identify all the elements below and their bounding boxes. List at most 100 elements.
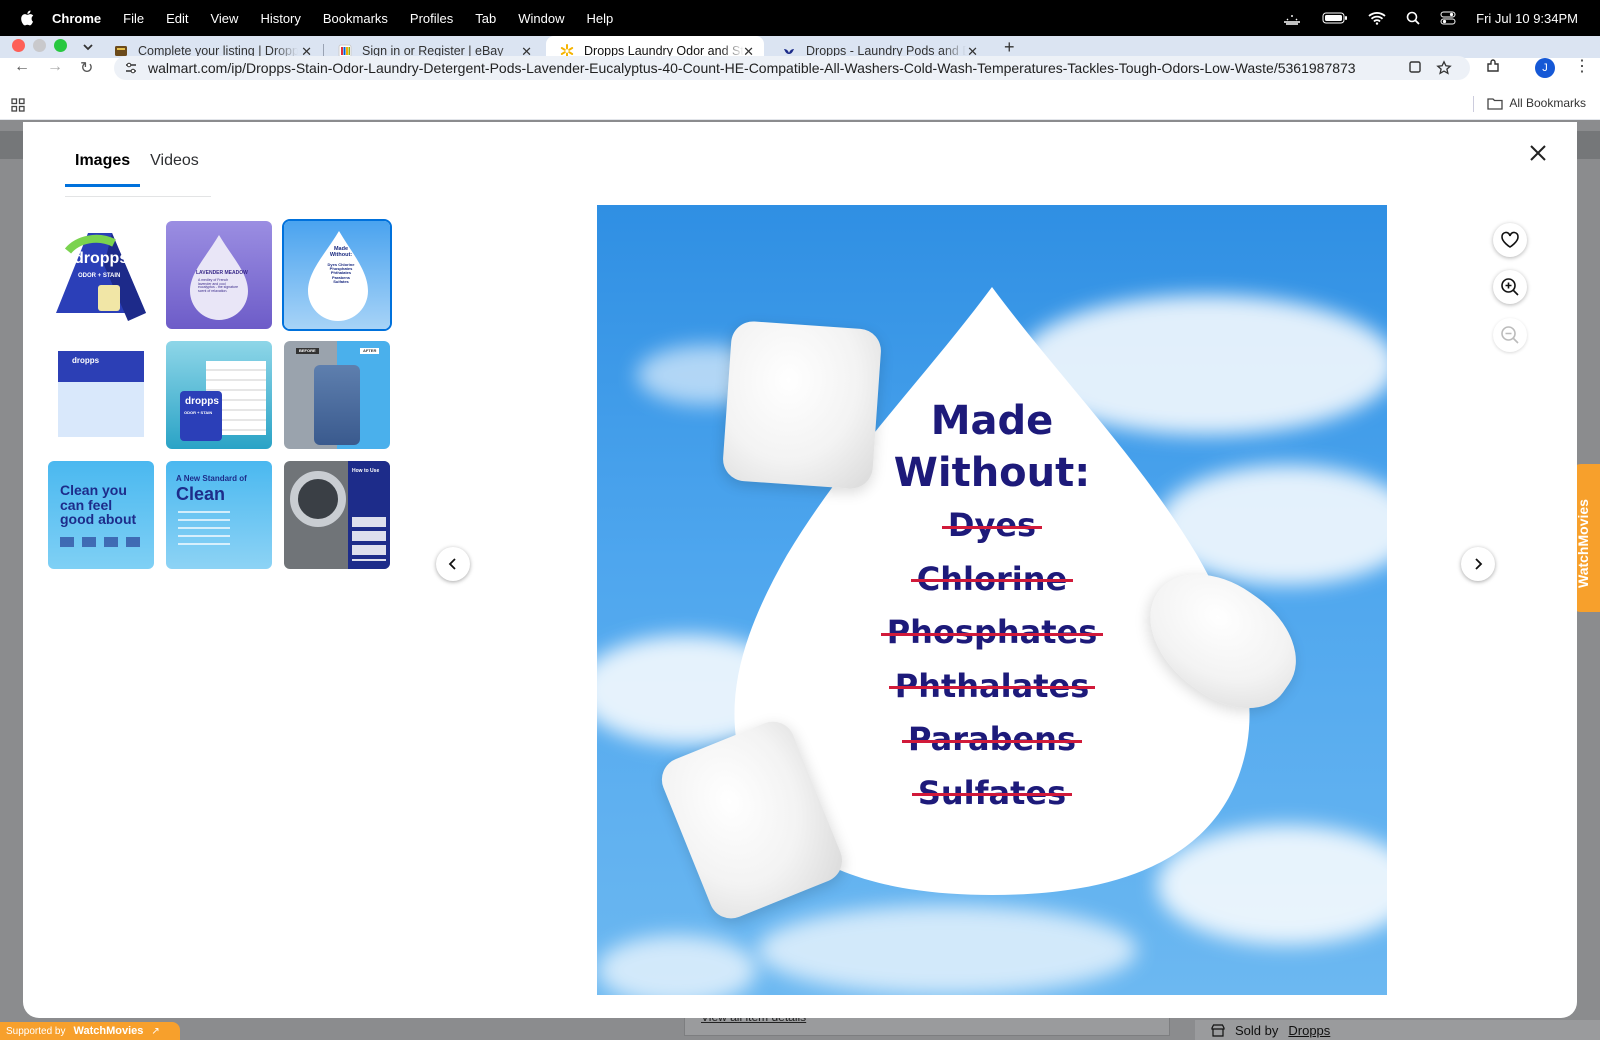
menu-window[interactable]: Window <box>518 11 564 26</box>
thumbnail-6[interactable]: BEFORE AFTER <box>284 341 390 449</box>
made-without-list: Made Without: Dyes Chlorine Phosphates P… <box>597 395 1387 820</box>
battery-icon[interactable] <box>1322 11 1348 25</box>
thumb-caption: How to Use <box>352 468 380 474</box>
thumbnail-4[interactable]: dropps <box>48 341 154 449</box>
tab-images[interactable]: Images <box>65 152 141 187</box>
page-edge <box>0 131 24 159</box>
store-icon <box>1211 1023 1225 1037</box>
watchmovies-banner[interactable]: Supported by WatchMovies ↗ <box>0 1022 180 1040</box>
menu-help[interactable]: Help <box>587 11 614 26</box>
thumbnail-7[interactable]: Clean you can feel good about <box>48 461 154 569</box>
url-text[interactable]: walmart.com/ip/Dropps-Stain-Odor-Laundry… <box>148 56 1356 80</box>
thumb-brand: dropps <box>74 250 129 267</box>
image-gallery-modal: Images Videos dropps ODOR + STAIN LAVEND… <box>23 122 1577 1018</box>
forward-button[interactable]: → <box>47 58 63 76</box>
chevron-left-icon <box>448 558 456 570</box>
menu-file[interactable]: File <box>123 11 144 26</box>
back-button[interactable]: ← <box>14 58 30 76</box>
ingredient-parabens: Parabens <box>902 713 1082 767</box>
all-bookmarks-button[interactable]: All Bookmarks <box>1487 96 1586 110</box>
sold-by-row: Sold by Dropps <box>1195 1020 1600 1040</box>
new-tab-button[interactable]: + <box>1004 37 1015 58</box>
site-info-icon[interactable] <box>124 61 138 75</box>
thumb-sub: Clean <box>176 484 226 504</box>
menu-profiles[interactable]: Profiles <box>410 11 453 26</box>
ingredient-dyes: Dyes <box>941 499 1043 553</box>
wifi-icon[interactable] <box>1368 11 1386 25</box>
spotlight-search-icon[interactable] <box>1406 11 1420 25</box>
watchmovies-brand: WatchMovies <box>73 1025 144 1037</box>
media-tabs: Images Videos <box>65 152 211 197</box>
chrome-menu-icon[interactable]: ⋮ <box>1574 56 1590 76</box>
thumbnail-9[interactable]: How to Use <box>284 461 390 569</box>
thumb-brand: dropps <box>72 356 100 365</box>
ingredient-sulfates: Sulfates <box>911 767 1073 821</box>
supported-by-label: Supported by <box>6 1025 66 1037</box>
thumbnail-5[interactable]: dropps ODOR + STAIN <box>166 341 272 449</box>
bookmark-star-icon[interactable] <box>1436 60 1452 76</box>
chevron-right-icon <box>1475 558 1483 570</box>
howto-steps <box>352 517 386 561</box>
favorite-button[interactable] <box>1493 223 1527 257</box>
zoom-out-button[interactable] <box>1493 318 1527 352</box>
jeans-image <box>314 365 360 445</box>
night-shift-icon[interactable] <box>1282 11 1302 25</box>
heart-icon <box>1501 231 1519 248</box>
zoom-in-button[interactable] <box>1493 270 1527 304</box>
thumbnail-2[interactable]: LAVENDER MEADOW A medley of French laven… <box>166 221 272 329</box>
close-window-button[interactable] <box>12 39 25 52</box>
page-edge <box>1576 131 1600 159</box>
address-bar[interactable]: walmart.com/ip/Dropps-Stain-Odor-Laundry… <box>114 56 1470 80</box>
thumb-caption: Made Without: <box>329 246 353 258</box>
window-controls <box>12 39 67 52</box>
bookmarks-divider <box>1473 96 1474 112</box>
menu-history[interactable]: History <box>260 11 300 26</box>
thumb-before-label: BEFORE <box>296 348 319 355</box>
menu-bookmarks[interactable]: Bookmarks <box>323 11 388 26</box>
apple-logo-icon[interactable] <box>20 10 34 26</box>
all-bookmarks-label: All Bookmarks <box>1509 96 1586 110</box>
thumbnail-8[interactable]: A New Standard of Clean <box>166 461 272 569</box>
previous-image-button[interactable] <box>436 547 470 581</box>
thumb-brand: dropps <box>185 396 219 407</box>
thumbnail-3-selected[interactable]: Made Without: Dyes Chlorine Phosphates P… <box>282 219 392 331</box>
badges-row <box>60 537 140 547</box>
main-product-image[interactable]: Made Without: Dyes Chlorine Phosphates P… <box>597 205 1387 995</box>
install-app-icon[interactable] <box>1408 60 1422 74</box>
made-without-heading-1: Made <box>930 398 1054 444</box>
thumb-after-label: AFTER <box>360 348 380 355</box>
thumb-sub: ODOR + STAIN <box>184 410 213 415</box>
tab-videos[interactable]: Videos <box>140 152 209 187</box>
bookmarks-bar <box>0 88 1600 120</box>
extensions-icon[interactable] <box>1485 58 1501 74</box>
ingredient-phthalates: Phthalates <box>888 660 1095 714</box>
menu-edit[interactable]: Edit <box>166 11 188 26</box>
control-center-icon[interactable] <box>1440 11 1456 25</box>
menubar-clock[interactable]: Fri Jul 10 9:34PM <box>1476 11 1578 26</box>
thumbnail-1[interactable]: dropps ODOR + STAIN <box>48 221 154 329</box>
washer-image <box>290 471 346 527</box>
menu-app-chrome[interactable]: Chrome <box>52 11 101 26</box>
seller-link[interactable]: Dropps <box>1288 1023 1330 1038</box>
tab-search-chevron-icon[interactable] <box>80 40 96 54</box>
minimize-window-button[interactable] <box>33 39 46 52</box>
sold-by-label: Sold by <box>1235 1022 1279 1038</box>
menu-view[interactable]: View <box>210 11 238 26</box>
apps-grid-icon[interactable] <box>11 98 25 112</box>
close-icon[interactable] <box>1527 142 1549 164</box>
menu-tab[interactable]: Tab <box>475 11 496 26</box>
thumb-sub: A medley of French lavender and cool euc… <box>198 278 239 294</box>
ingredient-chlorine: Chlorine <box>910 553 1074 607</box>
macos-menu-bar: Chrome File Edit View History Bookmarks … <box>0 0 1600 36</box>
ingredient-phosphates: Phosphates <box>880 606 1103 660</box>
zoom-out-icon <box>1501 326 1519 344</box>
profile-avatar[interactable]: J <box>1535 58 1555 78</box>
next-image-button[interactable] <box>1461 547 1495 581</box>
thumb-caption: A New Standard of <box>176 474 247 483</box>
watchmovies-side-label: WatchMovies <box>1575 499 1591 588</box>
zoom-window-button[interactable] <box>54 39 67 52</box>
folder-icon <box>1487 97 1503 110</box>
zoom-in-icon <box>1501 278 1519 296</box>
made-without-heading-2: Without: <box>893 450 1091 496</box>
reload-button[interactable]: ↻ <box>80 58 93 78</box>
